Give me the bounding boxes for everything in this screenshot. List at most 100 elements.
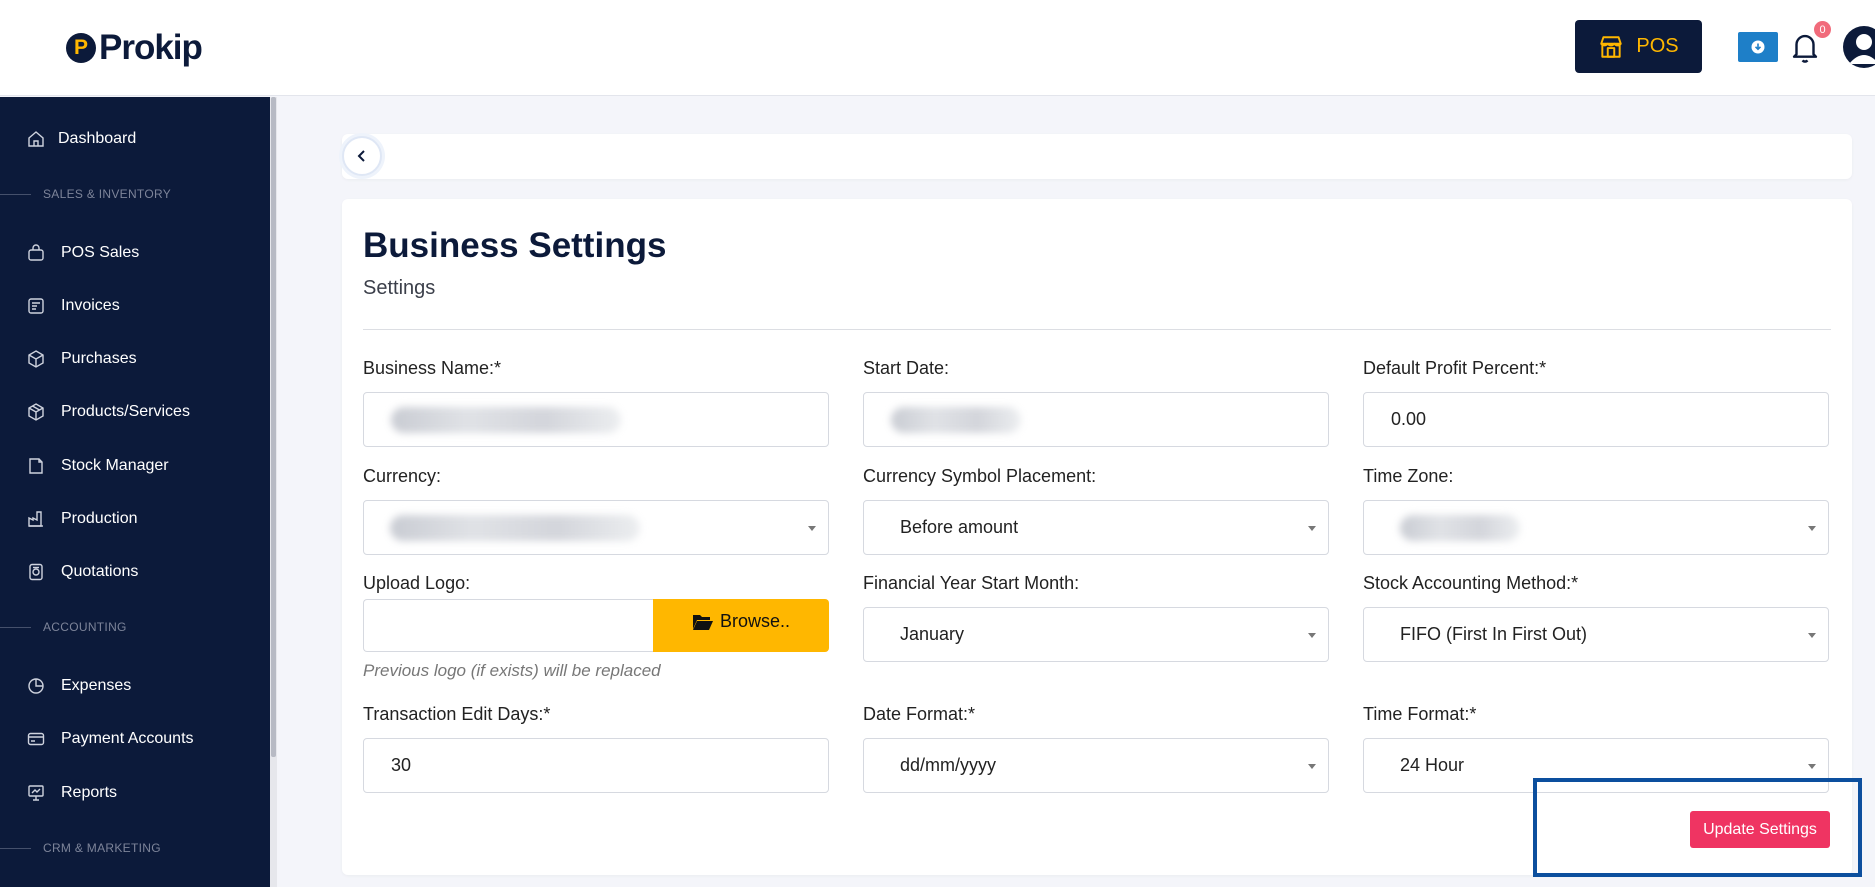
- financial-year-start-month-select[interactable]: January: [863, 607, 1329, 662]
- notification-count-badge: 0: [1814, 21, 1831, 38]
- sidebar-item-stock-manager[interactable]: Stock Manager: [0, 446, 270, 486]
- quotation-icon: [29, 563, 43, 581]
- divider: [363, 329, 1831, 330]
- sidebar-item-label: Payment Accounts: [61, 730, 194, 747]
- currency-symbol-placement-value: Before amount: [900, 517, 1019, 537]
- download-icon: [1751, 40, 1765, 54]
- highlight-box: [1533, 778, 1862, 877]
- sidebar-item-label: Quotations: [61, 563, 139, 580]
- factory-icon: [28, 511, 43, 527]
- sidebar-item-quotations[interactable]: Quotations: [0, 552, 270, 592]
- section-label: SALES & INVENTORY: [43, 187, 172, 201]
- sidebar-item-label: Reports: [61, 784, 118, 801]
- chevron-left-icon: [357, 150, 365, 162]
- section-label: ACCOUNTING: [43, 620, 127, 634]
- sidebar-item-label: Production: [61, 510, 138, 527]
- date-format-label: Date Format:*: [863, 704, 976, 724]
- business-name-label: Business Name:*: [363, 358, 502, 378]
- invoice-icon: [28, 298, 44, 314]
- currency-symbol-placement-label: Currency Symbol Placement:: [863, 466, 1097, 486]
- folder-open-icon: [692, 614, 713, 630]
- sidebar-item-label: Dashboard: [58, 130, 137, 147]
- upload-logo-input[interactable]: [363, 599, 655, 652]
- stock-accounting-method-value: FIFO (First In First Out): [1400, 624, 1587, 644]
- presentation-icon: [28, 785, 44, 801]
- redacted-value: [1400, 514, 1520, 541]
- chevron-down-icon: [808, 526, 816, 531]
- sidebar-item-products-services[interactable]: Products/Services: [0, 392, 270, 432]
- stock-accounting-method-select[interactable]: FIFO (First In First Out): [1363, 607, 1829, 662]
- time-zone-label: Time Zone:: [1363, 466, 1454, 486]
- sidebar-item-label: Invoices: [61, 297, 120, 314]
- default-profit-percent-input[interactable]: 0.00: [1363, 392, 1829, 447]
- sidebar-scrollbar-thumb[interactable]: [271, 97, 276, 757]
- browse-button[interactable]: Browse..: [653, 599, 829, 652]
- chevron-down-icon: [1308, 764, 1316, 769]
- financial-year-start-month-label: Financial Year Start Month:: [863, 573, 1080, 593]
- sidebar-item-production[interactable]: Production: [0, 499, 270, 539]
- sidebar-item-expenses[interactable]: Expenses: [0, 666, 270, 706]
- section-label: CRM & MARKETING: [43, 841, 161, 855]
- browse-button-label: Browse..: [719, 611, 791, 631]
- chevron-down-icon: [1808, 633, 1816, 638]
- download-button[interactable]: [1738, 32, 1778, 62]
- sidebar-item-label: Products/Services: [61, 403, 190, 420]
- page-subtitle: Settings: [363, 277, 436, 299]
- redacted-value: [391, 406, 621, 433]
- box-icon: [28, 403, 44, 421]
- prokip-logo[interactable]: Prokip: [66, 28, 203, 68]
- logo-mark-icon: [66, 33, 96, 63]
- logo-text: Prokip: [99, 28, 203, 67]
- pos-button-label: POS: [1636, 35, 1679, 57]
- transaction-edit-days-input[interactable]: 30: [363, 738, 829, 793]
- sidebar-item-reports[interactable]: Reports: [0, 773, 270, 813]
- card-icon: [27, 732, 45, 746]
- store-icon: [1600, 35, 1623, 58]
- bag-icon: [28, 244, 44, 261]
- business-name-input[interactable]: [363, 392, 829, 447]
- sidebar-item-payment-accounts[interactable]: Payment Accounts: [0, 719, 270, 759]
- sidebar: [0, 97, 270, 887]
- start-date-label: Start Date:: [863, 358, 950, 378]
- top-header: Prokip POS 0: [0, 0, 1875, 96]
- upload-logo-help-text: Previous logo (if exists) will be replac…: [363, 661, 661, 680]
- sidebar-section-accounting: ACCOUNTING: [0, 617, 270, 637]
- date-format-select[interactable]: dd/mm/yyyy: [863, 738, 1329, 793]
- currency-select[interactable]: [363, 500, 829, 555]
- sidebar-item-dashboard[interactable]: Dashboard: [0, 119, 270, 159]
- time-zone-select[interactable]: [1363, 500, 1829, 555]
- sidebar-item-label: POS Sales: [61, 244, 140, 261]
- back-bar: [342, 134, 1852, 179]
- pie-icon: [28, 678, 44, 694]
- sidebar-item-label: Purchases: [61, 350, 137, 367]
- sidebar-item-purchases[interactable]: Purchases: [0, 339, 270, 379]
- time-format-value: 24 Hour: [1400, 755, 1465, 775]
- home-icon: [28, 131, 44, 147]
- redacted-value: [390, 514, 640, 541]
- sidebar-section-crm-marketing: CRM & MARKETING: [0, 838, 270, 858]
- back-button[interactable]: [342, 136, 382, 176]
- sidebar-item-pos-sales[interactable]: POS Sales: [0, 233, 270, 273]
- chevron-down-icon: [1808, 526, 1816, 531]
- sidebar-item-invoices[interactable]: Invoices: [0, 286, 270, 326]
- transaction-edit-days-value: 30: [391, 755, 412, 775]
- transaction-edit-days-label: Transaction Edit Days:*: [363, 704, 551, 724]
- financial-year-start-month-value: January: [900, 624, 965, 644]
- page-title: Business Settings: [363, 226, 667, 265]
- currency-symbol-placement-select[interactable]: Before amount: [863, 500, 1329, 555]
- sidebar-item-label: Expenses: [61, 677, 132, 694]
- currency-label: Currency:: [363, 466, 442, 486]
- pos-button[interactable]: POS: [1575, 20, 1702, 73]
- sidebar-item-label: Stock Manager: [61, 457, 169, 474]
- redacted-value: [891, 406, 1021, 433]
- start-date-input[interactable]: [863, 392, 1329, 447]
- chevron-down-icon: [1308, 633, 1316, 638]
- stock-accounting-method-label: Stock Accounting Method:*: [1363, 573, 1579, 593]
- sidebar-section-sales-inventory: SALES & INVENTORY: [0, 184, 270, 204]
- default-profit-percent-label: Default Profit Percent:*: [1363, 358, 1547, 378]
- chevron-down-icon: [1808, 764, 1816, 769]
- chevron-down-icon: [1308, 526, 1316, 531]
- default-profit-percent-value: 0.00: [1391, 409, 1427, 429]
- user-avatar-icon[interactable]: [1843, 26, 1875, 68]
- stock-icon: [29, 458, 43, 474]
